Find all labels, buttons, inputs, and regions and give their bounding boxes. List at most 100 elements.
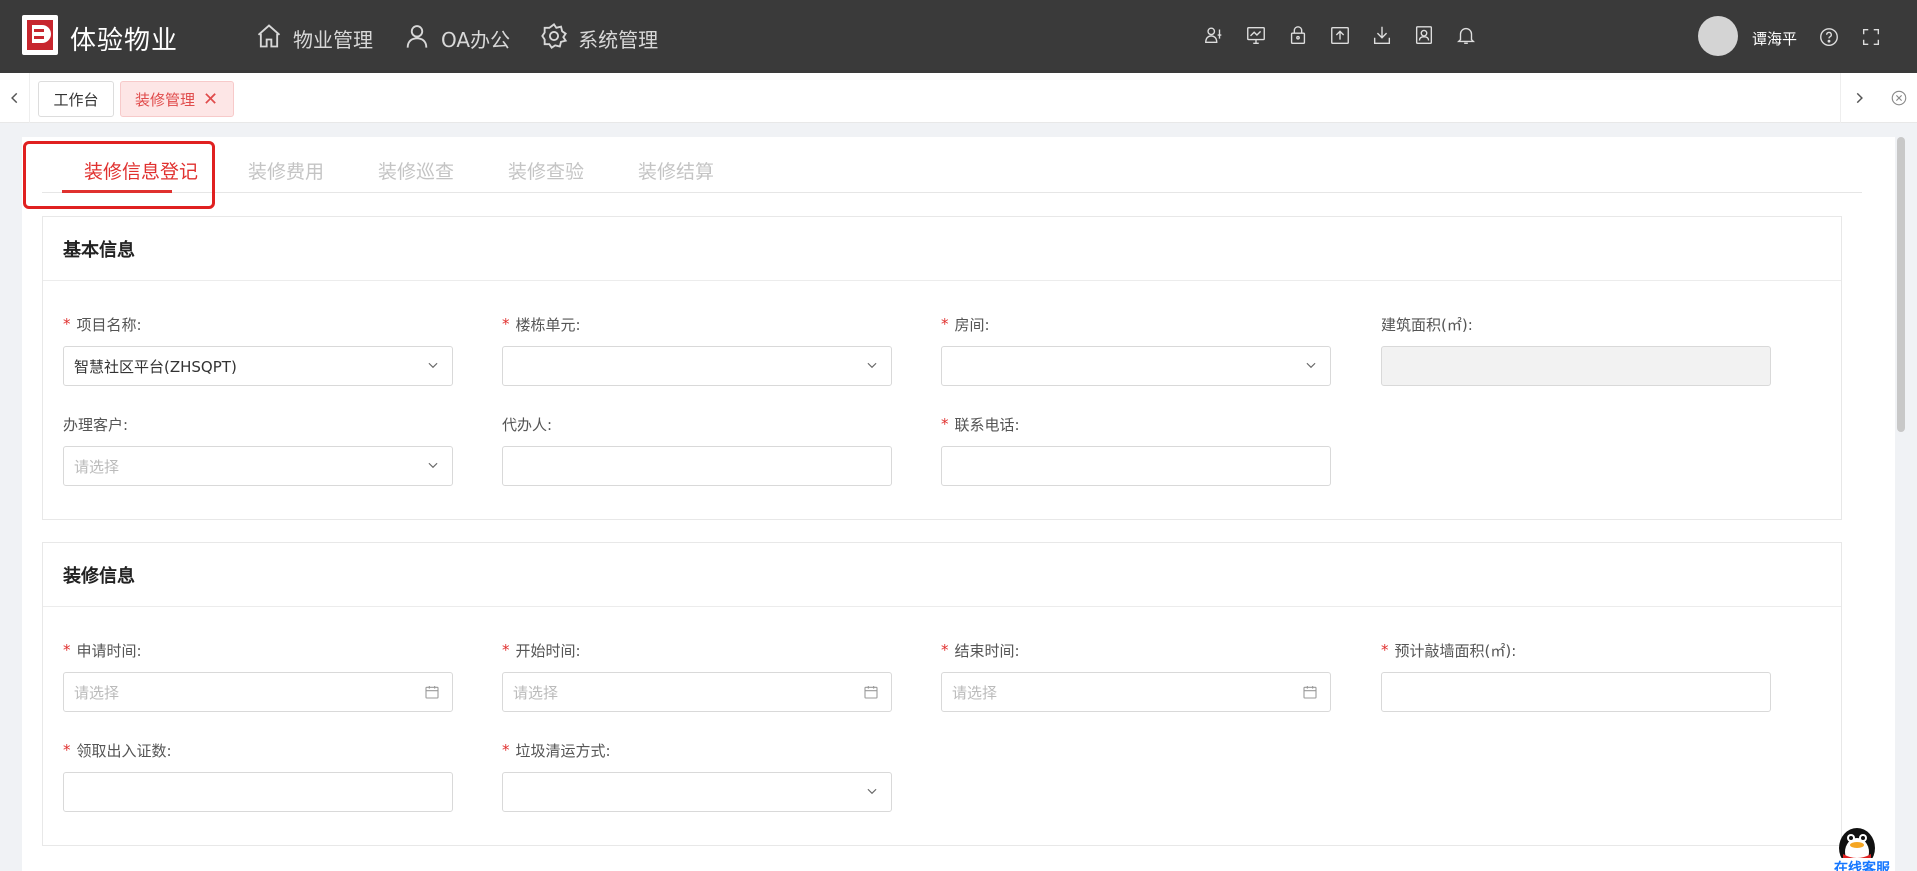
circle-close-icon: [1891, 90, 1906, 106]
required-marker: *: [502, 641, 510, 659]
app-title: 体验物业: [70, 26, 179, 56]
start-time-picker[interactable]: 请选择: [502, 672, 892, 712]
room-select[interactable]: [941, 346, 1331, 386]
basic-info-card: 基本信息 * 项目名称: 智慧社区平台(ZHSQPT) * 楼栋单元: * 房间: 建…: [42, 216, 1842, 520]
field-label: 领取出入证数:: [76, 741, 172, 760]
subtab-decoration-fees[interactable]: 装修费用: [248, 157, 324, 184]
building-unit-field: * 楼栋单元:: [502, 314, 892, 386]
chevron-down-icon: [428, 462, 438, 469]
subtab-decoration-settlement[interactable]: 装修结算: [638, 157, 714, 184]
field-label: 申请时间:: [76, 641, 142, 660]
vertical-scrollbar[interactable]: [1897, 137, 1905, 432]
pass-count-field: * 领取出入证数:: [63, 740, 453, 812]
upload-icon[interactable]: [1329, 24, 1351, 46]
page-tab-strip: 工作台 装修管理 ✕: [0, 73, 1917, 123]
wall-area-field: * 预计敲墙面积(㎡):: [1381, 640, 1771, 712]
agent-field: 代办人:: [502, 414, 892, 486]
required-marker: *: [502, 741, 510, 759]
apply-time-picker[interactable]: 请选择: [63, 672, 453, 712]
chevron-right-icon: [1856, 92, 1863, 104]
required-marker: *: [63, 641, 71, 659]
top-header: 体验物业 物业管理 OA办公 系统管理 谭海平: [0, 0, 1917, 73]
help-icon[interactable]: [1818, 26, 1840, 48]
project-name-select[interactable]: 智慧社区平台(ZHSQPT): [63, 346, 453, 386]
tab-label: 装修管理: [135, 90, 196, 109]
garbage-method-select[interactable]: [502, 772, 892, 812]
required-marker: *: [502, 315, 510, 333]
select-value: 智慧社区平台(ZHSQPT): [74, 357, 237, 376]
nav-label: 物业管理: [293, 28, 373, 52]
lock-icon[interactable]: [1287, 24, 1309, 46]
required-marker: *: [941, 641, 949, 659]
header-toolbar: [1203, 24, 1477, 46]
field-label: 房间:: [954, 315, 990, 334]
field-label: 预计敲墙面积(㎡):: [1394, 641, 1517, 660]
download-icon[interactable]: [1371, 24, 1393, 46]
user-settings-icon[interactable]: [1203, 24, 1225, 46]
building-unit-select[interactable]: [502, 346, 892, 386]
avatar[interactable]: [1698, 16, 1738, 56]
sub-tabs: 装修信息登记 装修费用 装修巡查 装修查验 装修结算: [42, 137, 1862, 193]
subtab-decoration-inspection[interactable]: 装修查验: [508, 157, 584, 184]
calendar-icon: [1303, 686, 1317, 699]
required-marker: *: [63, 741, 71, 759]
required-marker: *: [941, 415, 949, 433]
chevron-down-icon: [867, 788, 877, 795]
field-label: 项目名称:: [76, 315, 142, 334]
wall-area-input[interactable]: [1381, 672, 1771, 712]
field-label: 垃圾清运方式:: [515, 741, 611, 760]
nav-system-management[interactable]: 系统管理: [540, 22, 658, 55]
fullscreen-icon[interactable]: [1860, 26, 1882, 48]
field-label: 代办人:: [502, 415, 553, 434]
section-title: 基本信息: [43, 217, 1841, 281]
customer-select[interactable]: 请选择: [63, 446, 453, 486]
gear-icon: [540, 22, 568, 55]
main-content: 装修信息登记 装修费用 装修巡查 装修查验 装修结算 基本信息 * 项目名称: 智…: [22, 137, 1895, 871]
home-icon: [255, 22, 283, 55]
field-label: 联系电话:: [954, 415, 1020, 434]
highlight-annotation-box: [23, 141, 215, 209]
field-label: 开始时间:: [515, 641, 581, 660]
close-icon[interactable]: ✕: [203, 89, 218, 110]
field-label: 建筑面积(㎡):: [1381, 315, 1473, 334]
nav-label: OA办公: [441, 28, 511, 52]
decoration-info-card: 装修信息 * 申请时间: 请选择 * 开始时间: 请选择 * 结束时间: 请选择 * 预…: [42, 542, 1842, 846]
field-label: 结束时间:: [954, 641, 1020, 660]
date-placeholder: 请选择: [952, 683, 998, 702]
field-label: 楼栋单元:: [515, 315, 581, 334]
tab-label: 工作台: [53, 90, 99, 109]
phone-input[interactable]: [941, 446, 1331, 486]
tab-decoration-management[interactable]: 装修管理 ✕: [120, 81, 234, 117]
end-time-picker[interactable]: 请选择: [941, 672, 1331, 712]
start-time-field: * 开始时间: 请选择: [502, 640, 892, 712]
agent-input[interactable]: [502, 446, 892, 486]
close-all-tabs-button[interactable]: [1880, 73, 1917, 123]
tab-workbench[interactable]: 工作台: [38, 81, 114, 117]
nav-property-management[interactable]: 物业管理: [255, 22, 373, 55]
building-area-input: [1381, 346, 1771, 386]
contact-card-icon[interactable]: [1413, 24, 1435, 46]
building-area-field: 建筑面积(㎡):: [1381, 314, 1771, 386]
subtab-decoration-patrol[interactable]: 装修巡查: [378, 157, 454, 184]
required-marker: *: [63, 315, 71, 333]
tab-scroll-right-button[interactable]: [1840, 73, 1876, 123]
username[interactable]: 谭海平: [1752, 28, 1797, 49]
required-marker: *: [1381, 641, 1389, 659]
bell-icon[interactable]: [1455, 24, 1477, 46]
calendar-icon: [425, 686, 439, 699]
field-label: 办理客户:: [63, 415, 129, 434]
section-title: 装修信息: [43, 543, 1841, 607]
room-field: * 房间:: [941, 314, 1331, 386]
monitor-icon[interactable]: [1245, 24, 1267, 46]
chevron-down-icon: [428, 362, 438, 369]
required-marker: *: [941, 315, 949, 333]
pass-count-input[interactable]: [63, 772, 453, 812]
garbage-method-field: * 垃圾清运方式:: [502, 740, 892, 812]
customer-field: 办理客户: 请选择: [63, 414, 453, 486]
date-placeholder: 请选择: [74, 683, 120, 702]
end-time-field: * 结束时间: 请选择: [941, 640, 1331, 712]
date-placeholder: 请选择: [513, 683, 559, 702]
tab-scroll-left-button[interactable]: [0, 73, 30, 123]
nav-oa-office[interactable]: OA办公: [403, 22, 510, 55]
online-service-label[interactable]: 在线客服: [1830, 858, 1894, 871]
